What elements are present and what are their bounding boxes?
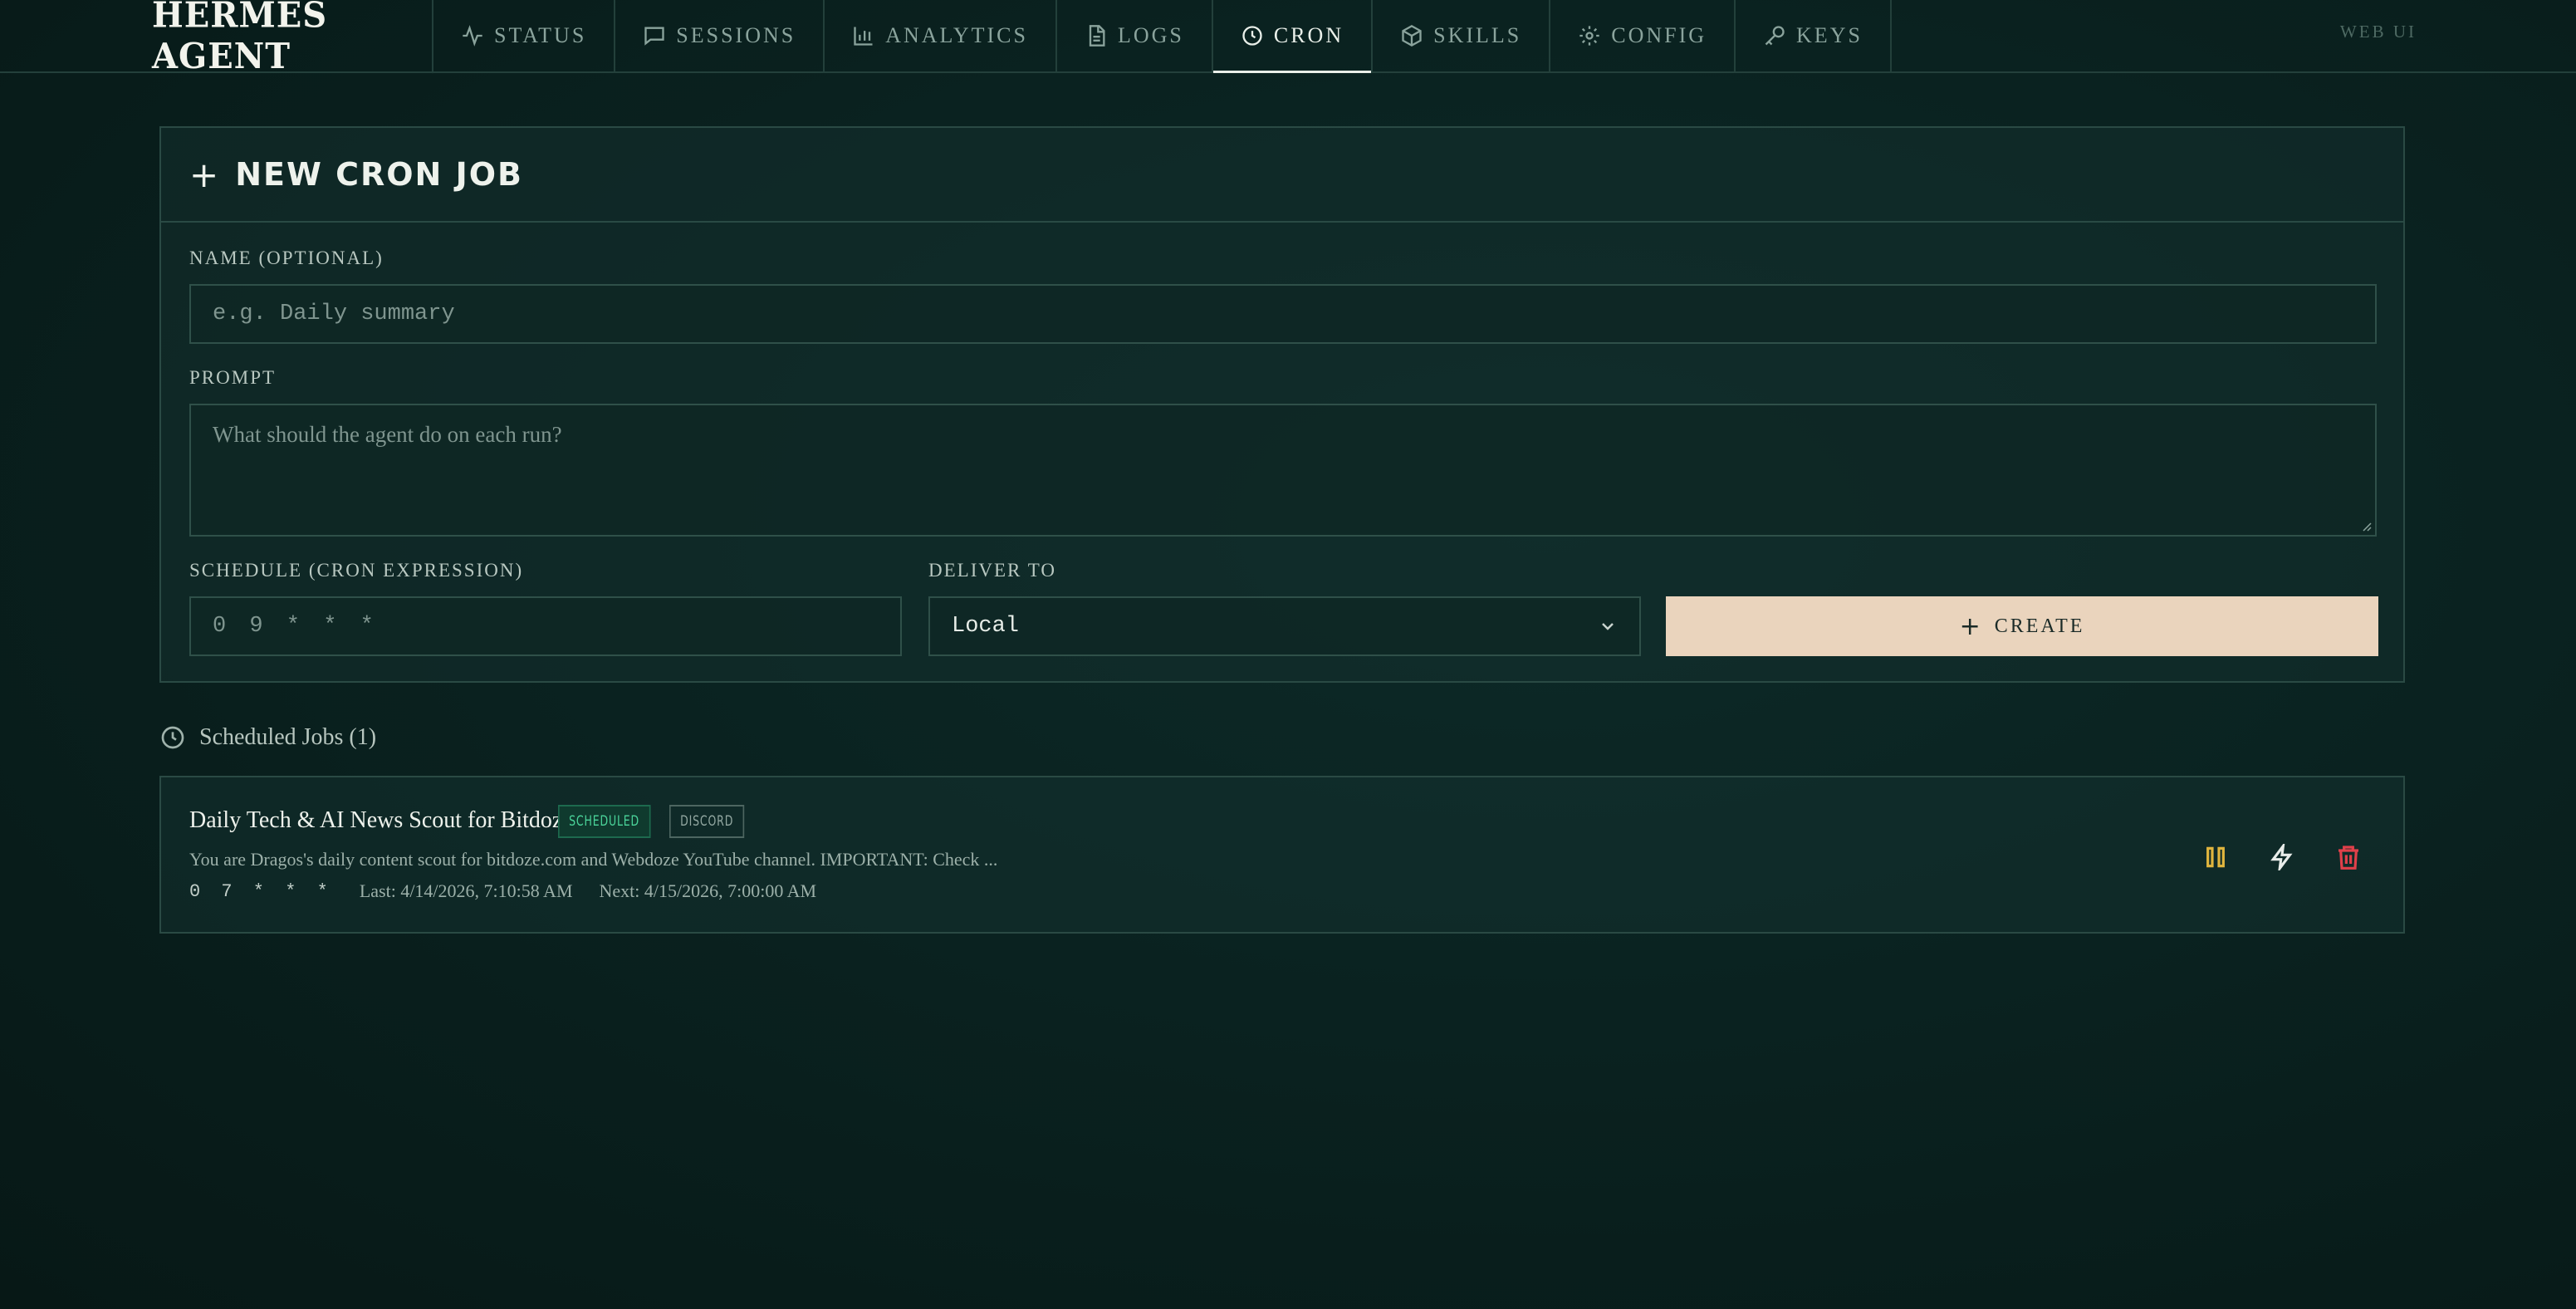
channel-badge: DISCORD — [669, 805, 745, 838]
create-label: CREATE — [1994, 615, 2085, 637]
tab-status[interactable]: STATUS — [433, 0, 616, 71]
key-icon — [1765, 26, 1785, 46]
prompt-placeholder: What should the agent do on each run? — [213, 422, 562, 447]
name-input[interactable]: e.g. Daily summary — [189, 284, 2377, 344]
tab-label: KEYS — [1796, 23, 1863, 47]
resize-handle-icon[interactable] — [2360, 520, 2372, 532]
tab-cron[interactable]: CRON — [1212, 0, 1374, 73]
plus-icon: + — [1959, 611, 1983, 641]
pause-icon — [2206, 846, 2225, 868]
card-title: NEW CRON JOB — [235, 156, 523, 193]
card-header: + NEW CRON JOB — [161, 128, 2403, 223]
job-next-run: Next: 4/15/2026, 7:00:00 AM — [599, 880, 817, 901]
name-label: NAME (OPTIONAL) — [189, 248, 384, 268]
status-badge: SCHEDULED — [558, 805, 651, 838]
tab-label: LOGS — [1117, 23, 1184, 47]
tab-label: STATUS — [494, 23, 587, 47]
tab-logs[interactable]: LOGS — [1057, 0, 1213, 71]
new-cron-job-card: + NEW CRON JOB NAME (OPTIONAL) e.g. Dail… — [159, 126, 2405, 683]
clock-icon — [161, 726, 184, 749]
job-name: Daily Tech & AI News Scout for Bitdoze — [189, 807, 573, 833]
tab-label: SKILLS — [1433, 23, 1522, 47]
tab-config[interactable]: CONFIG — [1550, 0, 1736, 71]
deliver-label: DELIVER TO — [928, 560, 1056, 581]
deliver-value: Local — [952, 614, 1020, 639]
chat-icon — [644, 27, 664, 46]
tab-sessions[interactable]: SESSIONS — [615, 0, 825, 71]
tab-skills[interactable]: SKILLS — [1373, 0, 1551, 71]
schedule-label: SCHEDULE (CRON EXPRESSION) — [189, 560, 524, 581]
schedule-input[interactable]: 0 9 * * * — [189, 596, 902, 656]
tab-label: CRON — [1273, 23, 1344, 47]
run-now-button[interactable] — [2265, 841, 2299, 874]
plus-icon: + — [189, 154, 221, 195]
job-schedule: 0 7 * * * — [189, 880, 333, 902]
chevron-down-icon — [1602, 623, 1614, 630]
create-button[interactable]: + CREATE — [1666, 596, 2378, 656]
trash-icon — [2338, 846, 2358, 870]
job-description: You are Dragos's daily content scout for… — [189, 849, 998, 870]
prompt-label: PROMPT — [189, 367, 277, 388]
tab-label: CONFIG — [1611, 23, 1707, 47]
prompt-textarea[interactable]: What should the agent do on each run? — [189, 404, 2377, 537]
file-icon — [1089, 25, 1105, 47]
clock-icon — [1242, 26, 1262, 46]
package-icon — [1402, 24, 1422, 47]
scheduled-jobs-title: Scheduled Jobs (1) — [199, 724, 377, 750]
gear-icon — [1579, 26, 1599, 46]
job-meta: 0 7 * * * Last: 4/14/2026, 7:10:58 AM Ne… — [189, 880, 816, 902]
scheduled-jobs-heading: Scheduled Jobs (1) — [159, 724, 376, 751]
tab-label: SESSIONS — [676, 23, 796, 47]
pause-button[interactable] — [2199, 841, 2232, 874]
tab-keys[interactable]: KEYS — [1736, 0, 1892, 71]
tab-analytics[interactable]: ANALYTICS — [825, 0, 1057, 71]
brand-logo[interactable]: HERMES AGENT — [0, 0, 433, 76]
delete-button[interactable] — [2332, 841, 2365, 874]
job-row: Daily Tech & AI News Scout for Bitdoze S… — [159, 776, 2405, 934]
bar-chart-icon — [854, 27, 873, 46]
job-last-run: Last: 4/14/2026, 7:10:58 AM — [359, 880, 573, 901]
activity-icon — [463, 25, 482, 47]
tab-label: ANALYTICS — [885, 23, 1028, 47]
web-ui-label: WEB UI — [2339, 22, 2417, 42]
top-nav: HERMES AGENT STATUS SESSIONS ANALYTICS L… — [0, 0, 2576, 76]
deliver-select[interactable]: Local — [928, 596, 1641, 656]
lightning-icon — [2270, 844, 2293, 870]
